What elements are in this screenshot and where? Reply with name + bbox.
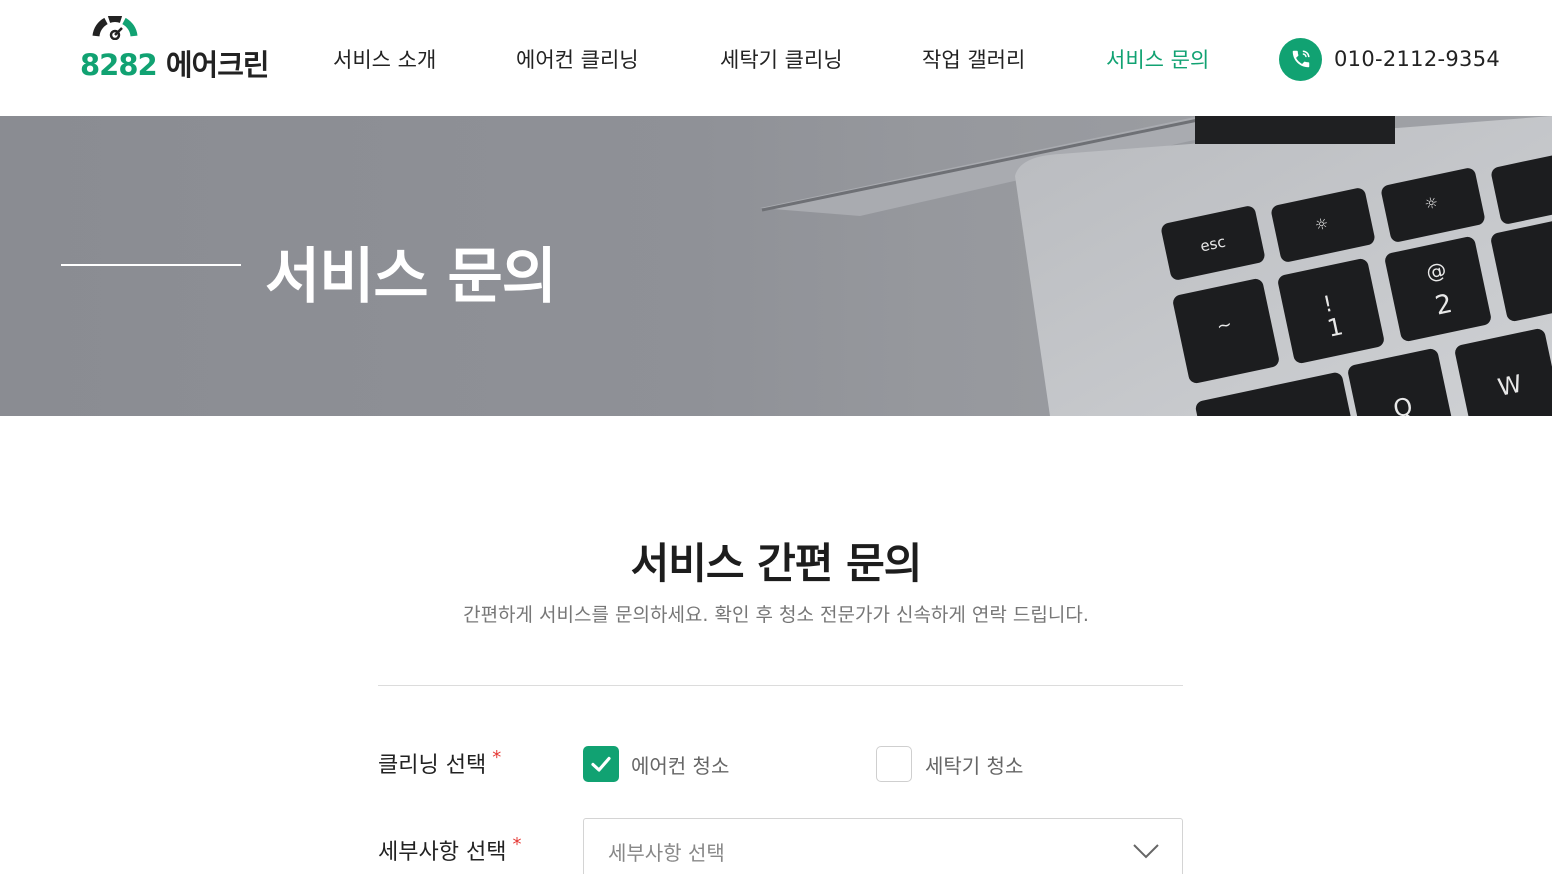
required-mark: * (512, 834, 522, 855)
washer-cleaning-checkbox[interactable] (876, 746, 912, 782)
phone-contact[interactable]: 010-2112-9354 (1279, 37, 1500, 81)
banner-line (61, 264, 241, 266)
washer-cleaning-label[interactable]: 세탁기 청소 (925, 750, 1023, 779)
aircon-cleaning-checkbox[interactable] (583, 746, 619, 782)
section-subtitle: 간편하게 서비스를 문의하세요. 확인 후 청소 전문가가 신속하게 연락 드립… (463, 604, 1089, 626)
required-mark: * (492, 747, 502, 768)
cleaning-select-label: 클리닝 선택 * (378, 747, 502, 778)
laptop-keyboard-image: esc ☼ ☼ ~ ! 1 @ 2 Q W (760, 116, 1552, 416)
page-banner: esc ☼ ☼ ~ ! 1 @ 2 Q W 서비스 문의 (0, 116, 1552, 416)
section-divider (378, 685, 1183, 686)
nav-item-service-inquiry[interactable]: 서비스 문의 (1106, 44, 1209, 74)
logo[interactable]: 8282 에어크린 (80, 16, 270, 82)
detail-select[interactable]: 세부사항 선택 (583, 818, 1183, 874)
gauge-logo-icon (92, 16, 138, 40)
check-icon (591, 756, 611, 772)
phone-icon (1279, 37, 1322, 81)
detail-select-label: 세부사항 선택 * (378, 834, 522, 865)
nav-item-service-intro[interactable]: 서비스 소개 (333, 44, 436, 74)
chevron-down-icon (1133, 844, 1159, 859)
nav-item-gallery[interactable]: 작업 갤러리 (922, 44, 1025, 74)
site-header: 8282 에어크린 서비스 소개 에어컨 클리닝 세탁기 클리닝 작업 갤러리 … (0, 0, 1552, 116)
banner-title: 서비스 문의 (265, 242, 557, 312)
phone-number: 010-2112-9354 (1334, 47, 1501, 71)
logo-number: 8282 (80, 48, 158, 82)
logo-name: 에어크린 (165, 48, 270, 82)
section-title: 서비스 간편 문의 (630, 539, 923, 588)
detail-select-placeholder: 세부사항 선택 (608, 841, 725, 865)
aircon-cleaning-label[interactable]: 에어컨 청소 (631, 750, 729, 779)
nav-item-washer-cleaning[interactable]: 세탁기 클리닝 (720, 44, 843, 74)
nav-item-aircon-cleaning[interactable]: 에어컨 클리닝 (516, 44, 639, 74)
